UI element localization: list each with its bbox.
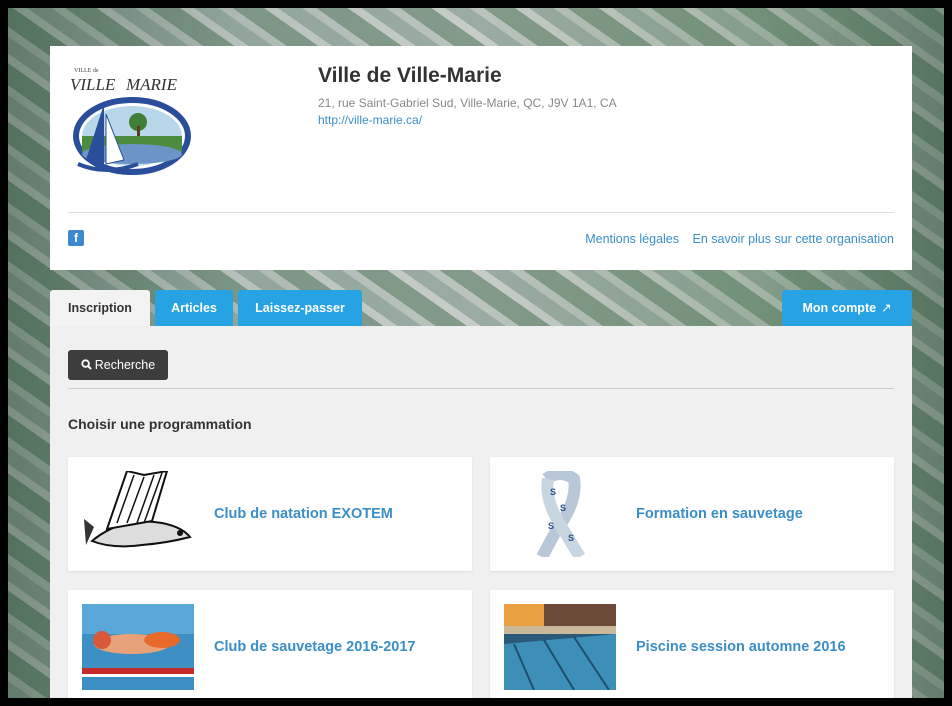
legal-notice-link[interactable]: Mentions légales bbox=[585, 232, 679, 246]
header-footer-links: Mentions légales En savoir plus sur cett… bbox=[575, 232, 894, 246]
search-separator bbox=[68, 388, 894, 389]
svg-text:S: S bbox=[568, 533, 574, 543]
content-panel: Recherche Choisir une programmation Club… bbox=[50, 326, 912, 698]
svg-text:VILLE: VILLE bbox=[70, 75, 116, 94]
my-account-label: Mon compte bbox=[802, 301, 877, 315]
program-title: Formation en sauvetage bbox=[636, 506, 803, 522]
tab-inscription[interactable]: Inscription bbox=[50, 290, 150, 326]
external-link-icon: ↗ bbox=[881, 301, 892, 315]
program-title: Club de sauvetage 2016-2017 bbox=[214, 639, 416, 655]
lifesaving-ribbon-image: S S S S bbox=[504, 471, 616, 557]
organization-url[interactable]: http://ville-marie.ca/ bbox=[318, 113, 422, 127]
tab-laissez-passer[interactable]: Laissez-passer bbox=[238, 290, 362, 326]
program-title: Piscine session automne 2016 bbox=[636, 639, 846, 655]
svg-text:S: S bbox=[548, 521, 554, 531]
program-card[interactable]: S S S S Formation en sauvetage bbox=[490, 457, 894, 571]
svg-text:S: S bbox=[560, 503, 566, 513]
organization-name: Ville de Ville-Marie bbox=[318, 64, 502, 87]
search-icon bbox=[81, 359, 92, 370]
organization-address: 21, rue Saint-Gabriel Sud, Ville-Marie, … bbox=[318, 96, 617, 110]
page-background: VILLE de VILLE MARIE Ville de Ville-Mari… bbox=[8, 8, 944, 698]
section-title: Choisir une programmation bbox=[68, 416, 252, 432]
program-card[interactable]: Club de sauvetage 2016-2017 bbox=[68, 590, 472, 698]
about-organization-link[interactable]: En savoir plus sur cette organisation bbox=[693, 232, 895, 246]
program-title: Club de natation EXOTEM bbox=[214, 506, 393, 522]
flying-fish-image bbox=[82, 471, 194, 557]
organization-header: VILLE de VILLE MARIE Ville de Ville-Mari… bbox=[50, 46, 912, 270]
tab-articles[interactable]: Articles bbox=[155, 290, 233, 326]
organization-logo[interactable]: VILLE de VILLE MARIE bbox=[68, 64, 194, 182]
indoor-pool-photo bbox=[504, 604, 616, 690]
facebook-icon[interactable]: f bbox=[68, 230, 84, 246]
svg-text:S: S bbox=[550, 487, 556, 497]
program-card[interactable]: Club de natation EXOTEM bbox=[68, 457, 472, 571]
svg-text:MARIE: MARIE bbox=[125, 75, 178, 94]
search-button[interactable]: Recherche bbox=[68, 350, 168, 380]
swimmer-photo bbox=[82, 604, 194, 690]
header-divider bbox=[68, 212, 894, 213]
my-account-button[interactable]: Mon compte ↗ bbox=[782, 290, 912, 326]
program-card[interactable]: Piscine session automne 2016 bbox=[490, 590, 894, 698]
search-button-label: Recherche bbox=[94, 358, 156, 372]
logo-text: VILLE de bbox=[74, 68, 99, 74]
